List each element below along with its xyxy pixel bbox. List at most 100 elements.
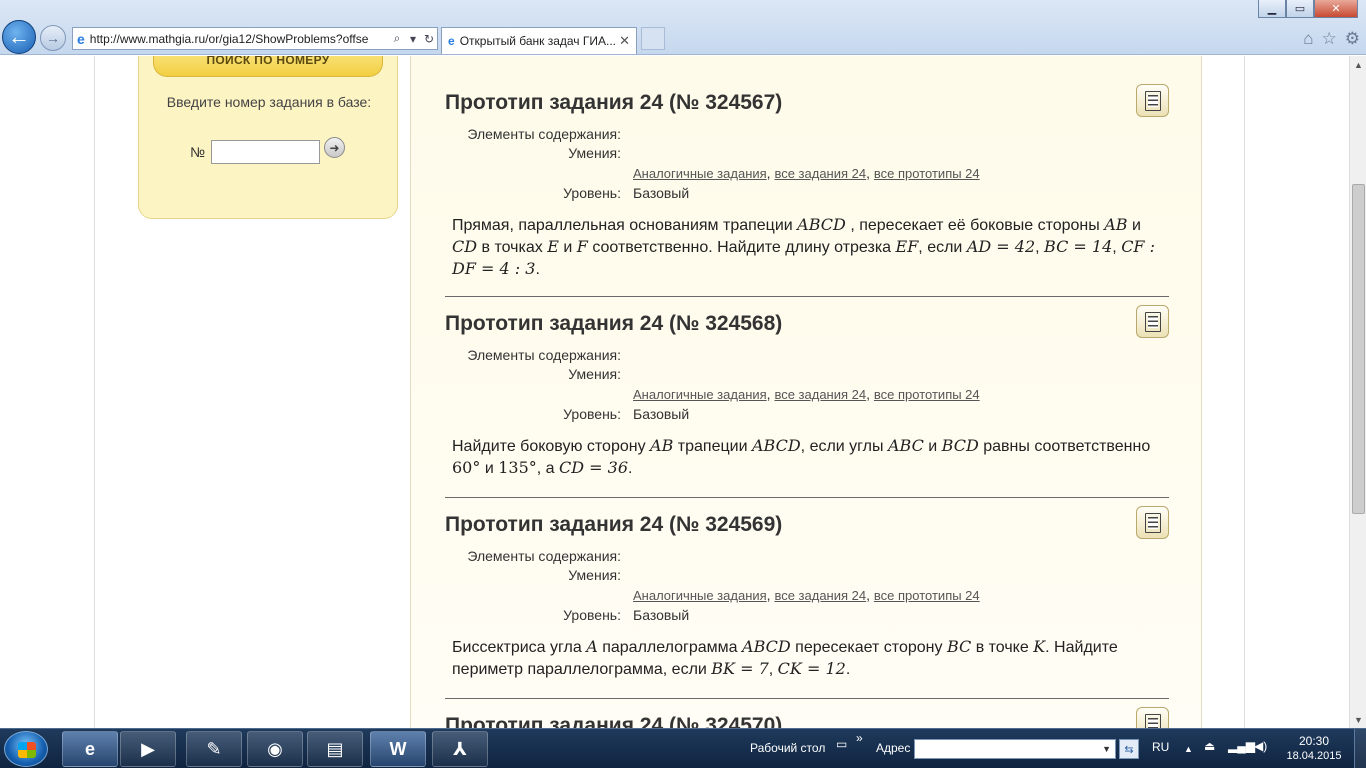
taskbar-explorer[interactable]: ▤: [307, 731, 363, 767]
taskbar-go-button[interactable]: ⇆: [1119, 739, 1139, 759]
address-bar[interactable]: e http://www.mathgia.ru/or/gia12/ShowPro…: [72, 27, 438, 50]
home-icon[interactable]: ⌂: [1303, 29, 1313, 49]
link-similar-tasks[interactable]: Аналогичные задания: [633, 387, 767, 402]
taskbar: e ▶ ✎ ◉ ▤ W ⅄ Рабочий стол ▭ » Адрес ▼ ⇆…: [0, 728, 1366, 768]
window-controls: ▁ ▭ ✕: [1258, 0, 1358, 18]
language-indicator[interactable]: RU: [1152, 740, 1169, 754]
show-desktop-button[interactable]: [1354, 729, 1366, 768]
clock-time: 20:30: [1298, 734, 1330, 748]
level-label: Уровень:: [563, 406, 621, 422]
problem-links: Аналогичные задания, все задания 24, все…: [633, 587, 980, 603]
pdf-icon: ⅄: [453, 738, 467, 759]
arrow-right-icon: ➜: [329, 140, 340, 155]
problems-column: Прототип задания 24 (№ 324567) Элементы …: [410, 56, 1202, 728]
taskbar-paint[interactable]: ✎: [186, 731, 242, 767]
taskbar-pdf[interactable]: ⅄: [432, 731, 488, 767]
toolbar-right-icons: ⌂ ☆ ⚙: [1303, 29, 1360, 49]
paint-icon: ✎: [206, 738, 222, 759]
document-icon[interactable]: [1136, 707, 1169, 728]
tray-expand-icon[interactable]: ▲: [1184, 744, 1193, 754]
scroll-down-icon[interactable]: ▼: [1350, 711, 1366, 728]
problem-title: Прототип задания 24 (№ 324568): [445, 312, 783, 335]
close-button[interactable]: ✕: [1314, 0, 1358, 18]
usb-icon[interactable]: ⏏: [1204, 739, 1215, 753]
number-label: №: [190, 144, 206, 160]
volume-icon[interactable]: ◀): [1254, 739, 1267, 753]
minimize-button[interactable]: ▁: [1258, 0, 1286, 18]
problem-meta: Элементы содержания: Умения: Аналогичные…: [445, 120, 1169, 201]
document-icon[interactable]: [1136, 84, 1169, 117]
start-button[interactable]: [4, 731, 48, 767]
refresh-icon[interactable]: ↻: [421, 32, 437, 46]
link-all-prototypes[interactable]: все прототипы 24: [874, 387, 980, 402]
media-player-icon: ▶: [141, 738, 155, 759]
scroll-thumb[interactable]: [1352, 184, 1365, 514]
word-icon: W: [389, 738, 407, 759]
link-all-prototypes[interactable]: все прототипы 24: [874, 588, 980, 603]
divider: [445, 698, 1169, 699]
problem-card: Прототип задания 24 (№ 324568) Элементы …: [445, 305, 1169, 479]
problem-meta: Элементы содержания: Умения: Аналогичные…: [445, 542, 1169, 623]
desktop-folder-icon[interactable]: ▭: [836, 737, 847, 751]
link-similar-tasks[interactable]: Аналогичные задания: [633, 166, 767, 181]
elements-label: Элементы содержания:: [467, 126, 621, 142]
link-all-tasks[interactable]: все задания 24: [774, 166, 866, 181]
taskbar-word[interactable]: W: [370, 731, 426, 767]
tab-close-icon[interactable]: ✕: [619, 33, 630, 49]
link-all-prototypes[interactable]: все прототипы 24: [874, 166, 980, 181]
link-similar-tasks[interactable]: Аналогичные задания: [633, 588, 767, 603]
document-icon[interactable]: [1136, 506, 1169, 539]
scroll-up-icon[interactable]: ▲: [1350, 56, 1366, 73]
search-icon[interactable]: ⌕: [389, 31, 405, 46]
system-clock[interactable]: 20:30 18.04.2015: [1282, 734, 1346, 764]
go-button[interactable]: ➜: [324, 137, 345, 158]
gear-icon[interactable]: ⚙: [1345, 29, 1360, 49]
link-all-tasks[interactable]: все задания 24: [774, 387, 866, 402]
url-text[interactable]: http://www.mathgia.ru/or/gia12/ShowProbl…: [90, 32, 389, 46]
tab-open-bank[interactable]: e Открытый банк задач ГИА... ✕: [441, 27, 637, 54]
new-tab-button[interactable]: [641, 27, 665, 50]
vertical-scrollbar[interactable]: ▲ ▼: [1349, 56, 1366, 728]
desktop-toolbar-label[interactable]: Рабочий стол: [750, 741, 825, 755]
divider: [445, 497, 1169, 498]
taskbar-chrome[interactable]: ◉: [247, 731, 303, 767]
level-label: Уровень:: [563, 185, 621, 201]
link-all-tasks[interactable]: все задания 24: [774, 588, 866, 603]
chevron-icon[interactable]: »: [856, 731, 863, 745]
problem-links: Аналогичные задания, все задания 24, все…: [633, 386, 980, 402]
arrow-left-icon: ←: [8, 24, 30, 49]
back-button[interactable]: ←: [2, 20, 36, 54]
level-value: Базовый: [633, 185, 690, 201]
level-value: Базовый: [633, 406, 690, 422]
chrome-icon: ◉: [267, 738, 283, 759]
ie-icon: e: [84, 738, 95, 759]
taskbar-address-input[interactable]: ▼: [914, 739, 1116, 759]
windows-logo-icon: [18, 742, 36, 758]
chevron-down-icon[interactable]: ▾: [405, 32, 421, 46]
address-toolbar-label: Адрес: [876, 741, 911, 755]
problem-title: Прототип задания 24 (№ 324570): [445, 714, 783, 728]
problem-statement: Биссектриса угла A параллелограмма ABCD …: [452, 637, 1118, 678]
elements-label: Элементы содержания:: [467, 548, 621, 564]
clock-date: 18.04.2015: [1286, 750, 1342, 762]
skills-label: Умения:: [568, 145, 621, 161]
problem-statement: Прямая, параллельная основаниям трапеции…: [452, 215, 1156, 278]
folder-icon: ▤: [326, 738, 344, 759]
search-by-number-panel: ПОИСК ПО НОМЕРУ Введите номер задания в …: [138, 56, 398, 219]
page-viewport: ПОИСК ПО НОМЕРУ Введите номер задания в …: [0, 56, 1349, 728]
ie-tab-icon: e: [448, 34, 455, 48]
skills-label: Умения:: [568, 567, 621, 583]
taskbar-ie[interactable]: e: [62, 731, 118, 767]
chevron-down-icon[interactable]: ▼: [1102, 744, 1111, 754]
search-by-number-button[interactable]: ПОИСК ПО НОМЕРУ: [153, 56, 383, 77]
maximize-button[interactable]: ▭: [1286, 0, 1314, 18]
document-icon[interactable]: [1136, 305, 1169, 338]
signal-icon[interactable]: ▂▄▆: [1228, 739, 1255, 753]
ie-page-icon: e: [77, 30, 85, 47]
forward-button[interactable]: →: [40, 25, 66, 51]
arrow-right-icon: →: [46, 30, 60, 46]
favorites-icon[interactable]: ☆: [1322, 29, 1337, 49]
problem-card: Прототип задания 24 (№ 324567) Элементы …: [445, 84, 1169, 280]
task-number-input[interactable]: [211, 140, 320, 164]
taskbar-media-player[interactable]: ▶: [120, 731, 176, 767]
